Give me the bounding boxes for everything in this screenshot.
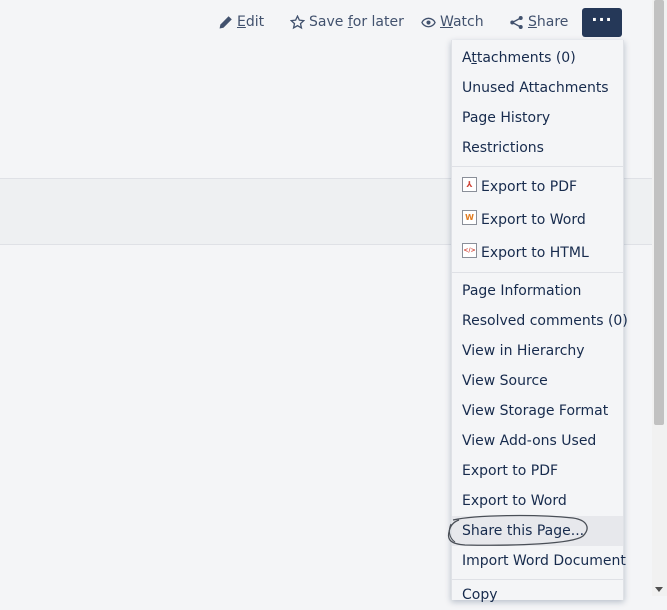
menu-item-export-to-word[interactable]: Export to Word: [452, 486, 623, 516]
menu-item-export-html[interactable]: </> Export to HTML: [452, 237, 623, 270]
menu-divider: [452, 166, 623, 167]
menu-item-view-addons-used[interactable]: View Add-ons Used: [452, 426, 623, 456]
edit-button[interactable]: Edit: [218, 8, 264, 36]
scrollbar-thumb[interactable]: [654, 0, 664, 425]
save-for-later-button[interactable]: Save for later: [290, 8, 404, 36]
menu-item-resolved-comments[interactable]: Resolved comments (0): [452, 306, 628, 336]
menu-item-unused-attachments[interactable]: Unused Attachments: [452, 73, 623, 103]
scroll-down-arrow-icon[interactable]: [655, 587, 663, 592]
menu-divider: [452, 272, 623, 273]
ellipsis-icon: ···: [591, 9, 613, 29]
star-icon: [290, 14, 305, 29]
share-button[interactable]: Share: [509, 8, 568, 36]
share-icon: [510, 15, 523, 29]
save-for-later-label: Save for later: [309, 14, 404, 30]
share-label: Share: [528, 14, 569, 30]
menu-item-view-in-hierarchy[interactable]: View in Hierarchy: [452, 336, 623, 366]
menu-item-page-information[interactable]: Page Information: [452, 276, 623, 306]
edit-label: Edit: [237, 14, 265, 30]
menu-item-label: Export to PDF: [481, 179, 578, 195]
menu-item-label: Export to HTML: [481, 245, 589, 261]
watch-button[interactable]: Watch: [421, 8, 484, 36]
eye-icon: [421, 17, 436, 27]
menu-item-export-word-icon[interactable]: W Export to Word: [452, 204, 623, 237]
more-actions-button[interactable]: ···: [582, 8, 622, 37]
html-file-icon: </>: [462, 243, 477, 258]
menu-item-export-pdf-icon[interactable]: ⅄ Export to PDF: [452, 171, 623, 204]
menu-item-import-word-document[interactable]: Import Word Document: [452, 546, 626, 576]
menu-item-restrictions[interactable]: Restrictions: [452, 133, 623, 163]
menu-item-view-storage-format[interactable]: View Storage Format: [452, 396, 623, 426]
watch-label: Watch: [440, 14, 484, 30]
menu-item-export-to-pdf[interactable]: Export to PDF: [452, 456, 623, 486]
pencil-icon: [219, 15, 232, 28]
menu-item-share-this-page[interactable]: Share this Page...: [452, 516, 623, 546]
menu-item-page-history[interactable]: Page History: [452, 103, 623, 133]
menu-item-view-source[interactable]: View Source: [452, 366, 623, 396]
word-file-icon: W: [462, 210, 477, 225]
more-actions-menu: Attachments (0) Unused Attachments Page …: [451, 40, 628, 603]
page-toolbar: Edit Save for later Watch Share ···: [0, 8, 652, 37]
menu-item-label: Export to Word: [481, 212, 586, 228]
menu-item-copy[interactable]: Copy: [452, 580, 623, 610]
menu-item-attachments[interactable]: Attachments (0): [452, 43, 623, 73]
pdf-file-icon: ⅄: [462, 177, 477, 192]
page-scrollbar[interactable]: [652, 0, 667, 596]
